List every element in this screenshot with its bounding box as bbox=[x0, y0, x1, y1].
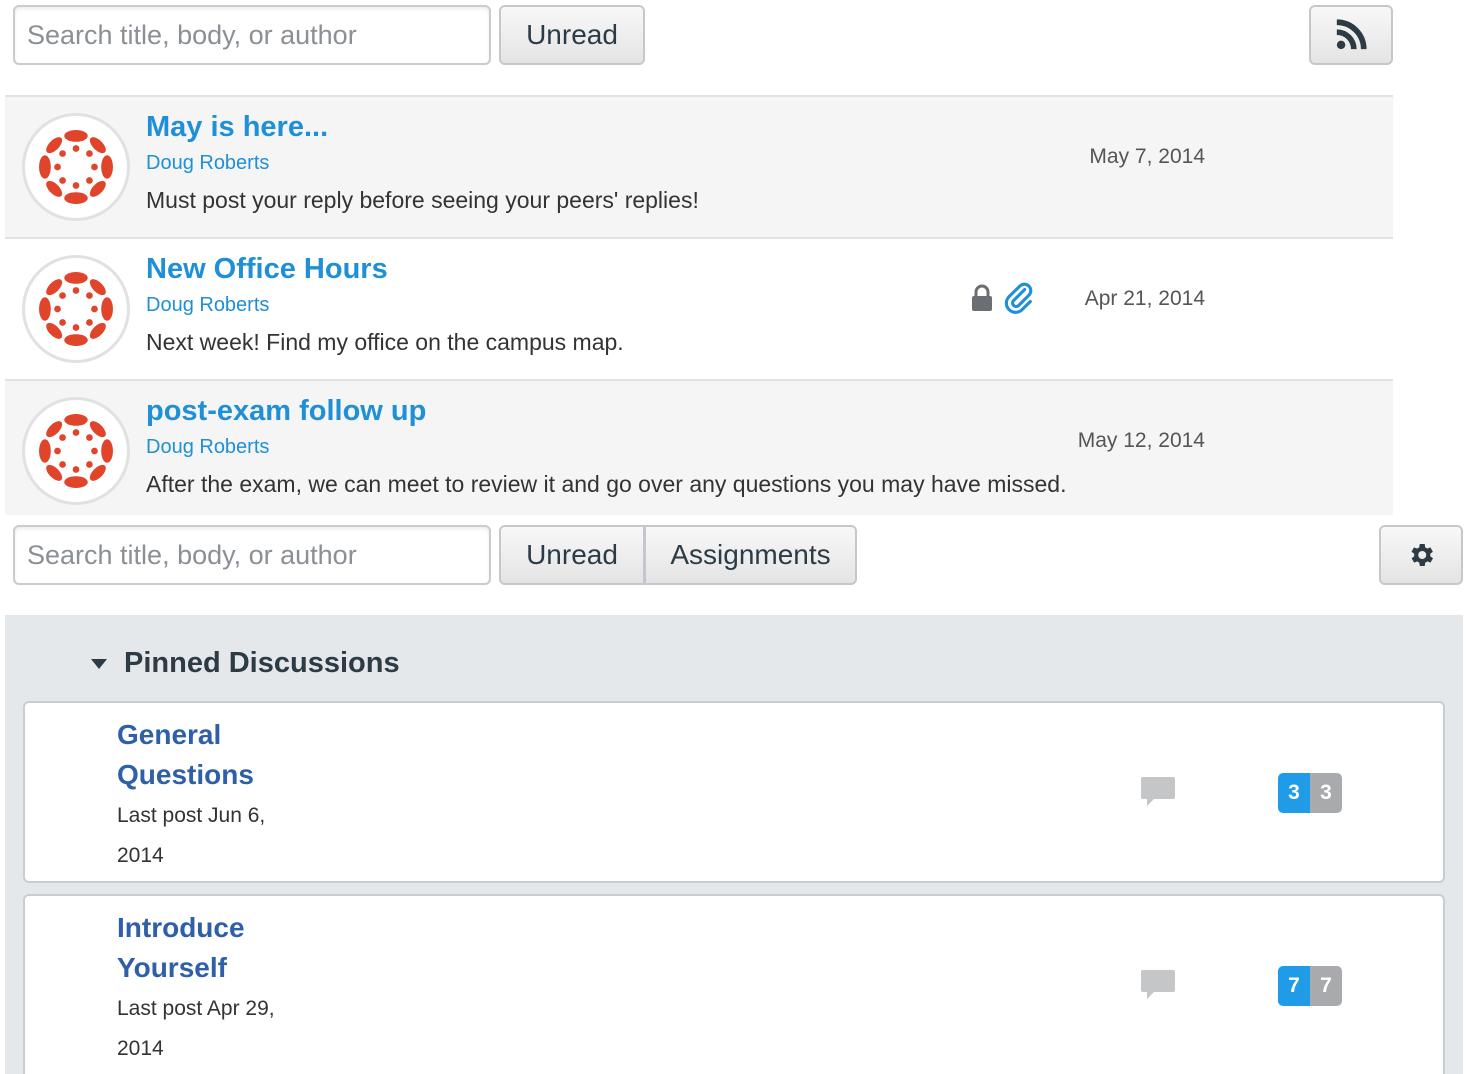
discussion-title[interactable]: General Questions bbox=[117, 715, 297, 795]
settings-button[interactable] bbox=[1379, 525, 1463, 585]
announcement-body: Next week! Find my office on the campus … bbox=[146, 329, 624, 355]
discussion-last-post: Last post Apr 29, 2014 bbox=[117, 989, 307, 1069]
unread-filter-button[interactable]: Unread bbox=[499, 525, 645, 585]
caret-down-icon bbox=[91, 658, 107, 669]
paperclip-icon[interactable] bbox=[1002, 281, 1036, 315]
announcement-status-icons bbox=[970, 281, 1036, 315]
canvas-logo-icon bbox=[39, 130, 113, 204]
announcement-list: May is here... Doug Roberts Must post yo… bbox=[5, 95, 1393, 515]
comment-bubble-icon bbox=[1141, 777, 1175, 806]
discussion-search-input[interactable] bbox=[13, 525, 491, 585]
total-count-badge: 3 bbox=[1310, 773, 1342, 813]
last-post-line: 2014 bbox=[117, 844, 164, 867]
announcement-row[interactable]: May is here... Doug Roberts Must post yo… bbox=[5, 95, 1393, 237]
announcement-body: Must post your reply before seeing your … bbox=[146, 187, 699, 213]
reply-counts: 7 7 bbox=[1278, 966, 1342, 1006]
avatar[interactable] bbox=[22, 255, 130, 363]
assignments-filter-button[interactable]: Assignments bbox=[645, 525, 857, 585]
announcement-body: After the exam, we can meet to review it… bbox=[146, 471, 1067, 497]
announcement-title[interactable]: May is here... bbox=[146, 111, 328, 144]
pinned-discussions-heading: Pinned Discussions bbox=[124, 647, 400, 679]
total-count-badge: 7 bbox=[1310, 966, 1342, 1006]
discussion-title-line[interactable]: Yourself bbox=[117, 948, 297, 988]
last-post-line: Last post Apr 29, bbox=[117, 997, 275, 1020]
pinned-discussion-item[interactable]: Introduce Yourself Last post Apr 29, 201… bbox=[23, 894, 1445, 1074]
avatar[interactable] bbox=[22, 397, 130, 505]
discussion-title-line[interactable]: General bbox=[117, 715, 297, 755]
announcement-date: Apr 21, 2014 bbox=[1084, 287, 1205, 310]
rss-feed-button[interactable] bbox=[1309, 5, 1393, 65]
gear-icon bbox=[1411, 544, 1433, 566]
discussion-title-line[interactable]: Questions bbox=[117, 755, 297, 795]
discussion-filter-group: Unread Assignments bbox=[499, 525, 857, 585]
unread-count-badge: 3 bbox=[1278, 773, 1310, 813]
announcement-row[interactable]: post-exam follow up Doug Roberts After t… bbox=[5, 379, 1393, 515]
announcement-search-input[interactable] bbox=[13, 5, 491, 65]
avatar[interactable] bbox=[22, 113, 130, 221]
comment-bubble-icon bbox=[1141, 970, 1175, 999]
pinned-discussions-toggle[interactable]: Pinned Discussions bbox=[90, 647, 400, 680]
announcement-date: May 7, 2014 bbox=[1089, 145, 1205, 168]
discussion-last-post: Last post Jun 6, 2014 bbox=[117, 796, 307, 876]
canvas-logo-icon bbox=[39, 414, 113, 488]
unread-filter-button[interactable]: Unread bbox=[499, 5, 645, 65]
announcement-row[interactable]: New Office Hours Doug Roberts Next week!… bbox=[5, 237, 1393, 379]
announcement-title[interactable]: New Office Hours bbox=[146, 253, 388, 286]
announcement-author[interactable]: Doug Roberts bbox=[146, 152, 269, 175]
announcement-date: May 12, 2014 bbox=[1077, 429, 1205, 452]
last-post-line: Last post Jun 6, bbox=[117, 804, 266, 827]
lock-icon bbox=[972, 284, 992, 311]
pinned-discussions-section: Pinned Discussions General Questions Las… bbox=[5, 615, 1463, 1074]
discussion-title[interactable]: Introduce Yourself bbox=[117, 908, 297, 988]
announcement-title[interactable]: post-exam follow up bbox=[146, 395, 426, 428]
reply-counts: 3 3 bbox=[1278, 773, 1342, 813]
discussion-title-line[interactable]: Introduce bbox=[117, 908, 297, 948]
unread-count-badge: 7 bbox=[1278, 966, 1310, 1006]
announcement-author[interactable]: Doug Roberts bbox=[146, 436, 269, 459]
canvas-logo-icon bbox=[39, 272, 113, 346]
announcement-author[interactable]: Doug Roberts bbox=[146, 294, 269, 317]
last-post-line: 2014 bbox=[117, 1037, 164, 1060]
rss-icon bbox=[1336, 19, 1367, 50]
pinned-discussion-item[interactable]: General Questions Last post Jun 6, 2014 … bbox=[23, 701, 1445, 883]
